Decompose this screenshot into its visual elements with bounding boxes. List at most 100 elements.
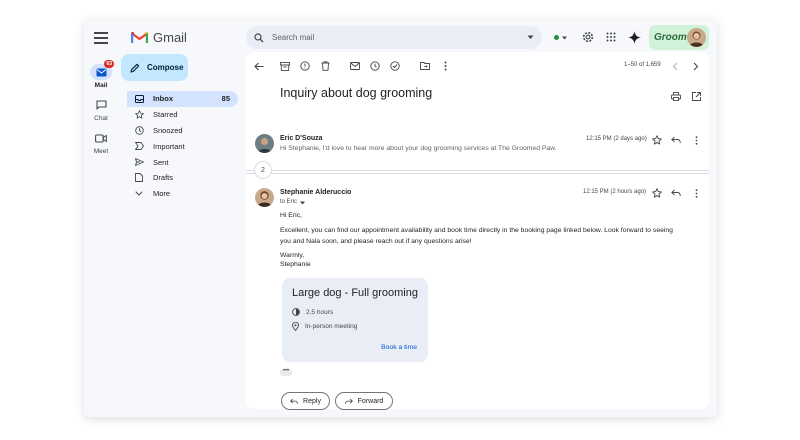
- duration-icon: [292, 308, 300, 316]
- mark-unread-icon[interactable]: [349, 60, 361, 72]
- app-rail: 63 Mail Chat Meet: [84, 20, 118, 417]
- nav-item-more[interactable]: More: [127, 186, 238, 202]
- message-greeting: Hi Eric,: [280, 212, 302, 219]
- reply-label: Reply: [303, 397, 321, 405]
- reading-pane: 1–50 of 1,659 Inquiry about dog grooming…: [246, 52, 709, 410]
- booking-duration-row: 2.5 hours: [292, 308, 333, 316]
- gmail-logo[interactable]: Gmail: [131, 30, 187, 45]
- prev-page-icon[interactable]: [669, 60, 681, 72]
- brand-logo: Groom: [654, 32, 687, 43]
- mail-icon: 63: [90, 60, 114, 80]
- search-input[interactable]: Search mail: [272, 33, 527, 42]
- message-more-icon[interactable]: [690, 134, 702, 146]
- send-icon: [134, 157, 144, 167]
- search-icon[interactable]: [254, 32, 264, 43]
- caret-down-icon: [561, 36, 567, 39]
- collapsed-messages-count[interactable]: 2: [254, 161, 272, 179]
- folder-nav: Inbox 85 Starred Snoozed Important Sent …: [127, 91, 238, 202]
- gmail-window: 63 Mail Chat Meet Gmail Search mail Groo…: [84, 20, 717, 417]
- message-time-2: 12:15 PM (2 hours ago): [583, 189, 647, 195]
- main-menu-icon[interactable]: [94, 32, 108, 44]
- add-task-icon[interactable]: [389, 60, 401, 72]
- recipient-line: to Eric: [280, 199, 298, 205]
- search-bar[interactable]: Search mail: [246, 26, 542, 49]
- back-icon[interactable]: [253, 60, 265, 72]
- nav-item-snoozed[interactable]: Snoozed: [127, 123, 238, 139]
- settings-icon[interactable]: [581, 30, 595, 44]
- next-page-icon[interactable]: [690, 60, 702, 72]
- archive-icon[interactable]: [279, 60, 291, 72]
- nav-label-sent: Sent: [153, 157, 169, 167]
- gemini-sparkle-icon[interactable]: [627, 30, 641, 44]
- sender-avatar-eric[interactable]: [255, 134, 274, 153]
- star-icon: [134, 110, 144, 120]
- more-vert-icon[interactable]: [439, 60, 451, 72]
- nav-item-inbox[interactable]: Inbox 85: [127, 91, 238, 107]
- forward-arrow-icon: [344, 398, 353, 404]
- booking-location-row: In-person meeting: [292, 322, 357, 331]
- show-trimmed-content-icon[interactable]: •••: [280, 368, 292, 376]
- compose-button[interactable]: Compose: [121, 54, 188, 81]
- open-new-window-icon[interactable]: [690, 90, 702, 102]
- forward-button[interactable]: Forward: [335, 392, 393, 410]
- reply-icon[interactable]: [670, 134, 682, 146]
- rail-item-meet[interactable]: Meet: [84, 130, 118, 155]
- booking-card: Large dog - Full grooming 2.5 hours In-p…: [282, 278, 428, 362]
- draft-icon: [134, 173, 144, 183]
- reply-2-icon[interactable]: [670, 187, 682, 199]
- collapsed-divider-top: [246, 170, 709, 171]
- pencil-icon: [130, 63, 140, 73]
- star-message-2-icon[interactable]: [651, 187, 663, 199]
- delete-icon[interactable]: [319, 60, 331, 72]
- rail-item-chat[interactable]: Chat: [84, 97, 118, 122]
- nav-item-sent[interactable]: Sent: [127, 154, 238, 170]
- nav-label-drafts: Drafts: [153, 173, 174, 183]
- sender-name-stephanie[interactable]: Stephanie Alderuccio: [280, 189, 351, 196]
- app-name: Gmail: [153, 30, 187, 45]
- compose-label: Compose: [147, 63, 184, 72]
- inbox-count: 85: [221, 94, 230, 104]
- thread-subject: Inquiry about dog grooming: [280, 86, 433, 100]
- account-brand-chip[interactable]: Groom: [649, 25, 709, 50]
- nav-label-important: Important: [153, 141, 185, 151]
- rail-label-chat: Chat: [94, 115, 108, 122]
- search-options-icon[interactable]: [527, 35, 534, 40]
- forward-label: Forward: [357, 397, 384, 405]
- collapsed-divider-bottom: [246, 173, 709, 174]
- location-pin-icon: [292, 322, 299, 331]
- nav-label-more: More: [153, 189, 171, 199]
- nav-label-inbox: Inbox: [153, 94, 173, 104]
- message-snippet-1[interactable]: Hi Stephanie, I'd love to hear more abou…: [280, 145, 557, 152]
- report-spam-icon[interactable]: [299, 60, 311, 72]
- star-message-icon[interactable]: [651, 134, 663, 146]
- chevron-down-icon: [134, 189, 144, 199]
- recipient-details-icon[interactable]: [300, 201, 305, 205]
- nav-item-important[interactable]: Important: [127, 138, 238, 154]
- active-status-icon: [553, 35, 559, 40]
- gmail-m-icon: [131, 31, 148, 43]
- sender-name-eric[interactable]: Eric D'Souza: [280, 135, 323, 142]
- book-a-time-link[interactable]: Book a time: [381, 344, 417, 351]
- move-to-icon[interactable]: [419, 60, 431, 72]
- mail-badge: 63: [104, 60, 114, 68]
- apps-grid-icon[interactable]: [604, 30, 618, 44]
- pagination-range: 1–50 of 1,659: [624, 62, 661, 68]
- nav-item-drafts[interactable]: Drafts: [127, 170, 238, 186]
- sender-avatar-stephanie[interactable]: [255, 188, 274, 207]
- account-avatar[interactable]: [687, 28, 706, 47]
- important-icon: [134, 141, 144, 151]
- chat-icon: [90, 97, 112, 113]
- nav-label-starred: Starred: [153, 110, 178, 120]
- booking-title: Large dog - Full grooming: [292, 287, 418, 299]
- message-2-more-icon[interactable]: [690, 187, 702, 199]
- snooze-icon[interactable]: [369, 60, 381, 72]
- booking-duration: 2.5 hours: [306, 308, 334, 316]
- booking-location: In-person meeting: [305, 323, 358, 330]
- rail-item-mail[interactable]: 63 Mail: [84, 60, 118, 89]
- print-icon[interactable]: [670, 90, 682, 102]
- nav-item-starred[interactable]: Starred: [127, 107, 238, 123]
- message-time-1: 12:15 PM (2 days ago): [586, 136, 647, 142]
- reply-button[interactable]: Reply: [281, 392, 330, 410]
- status-toggle[interactable]: [546, 29, 574, 46]
- inbox-icon: [134, 94, 144, 104]
